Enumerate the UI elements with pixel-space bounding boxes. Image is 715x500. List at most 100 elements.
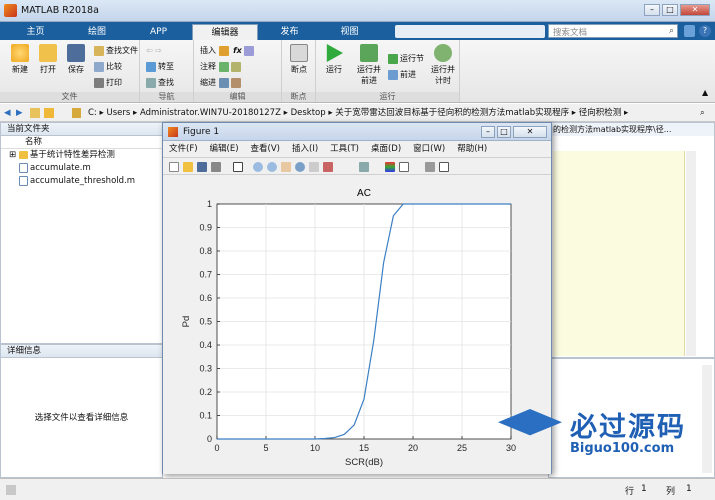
tab-plots[interactable]: 绘图 [67,24,127,40]
run-time-icon [434,44,452,62]
run-button[interactable]: 运行 [320,44,348,75]
forward-arrow-icon[interactable]: ▶ [16,104,23,122]
run-time-button[interactable]: 运行并 计时 [428,44,458,86]
edit-plot-icon[interactable] [233,162,243,172]
figure-menubar: 文件(F) 编辑(E) 查看(V) 插入(I) 工具(T) 桌面(D) 窗口(W) 帮助(H) [163,141,551,157]
compare-button[interactable]: 比较 [94,60,122,73]
advance-button[interactable]: 前进 [388,68,416,81]
x-tick-label: 5 [263,443,268,453]
list-item[interactable]: accumulate_threshold.m [1,175,162,188]
figure-close-button[interactable]: ✕ [513,126,547,138]
minimize-button[interactable]: – [644,4,660,16]
zoom-in-icon[interactable] [253,162,263,172]
close-button[interactable]: ✕ [680,4,710,16]
indent-button[interactable]: 缩进 [200,76,243,89]
y-tick-label: 0 [207,434,212,444]
print-figure-icon[interactable] [211,162,221,172]
menu-edit[interactable]: 编辑(E) [204,141,245,157]
breadcrumb-item[interactable]: Users [106,108,130,118]
breadcrumb-item[interactable]: Desktop [291,108,326,118]
menu-view[interactable]: 查看(V) [245,141,286,157]
breakpoints-button[interactable]: 断点 [285,44,313,75]
back-arrow-icon[interactable]: ◀ [4,104,11,122]
menu-tools[interactable]: 工具(T) [324,141,365,157]
back-forward-buttons[interactable]: ⇦ ⇨ [146,44,162,57]
figure-axes[interactable]: 0 5 10 15 20 25 3000.10.20.30.40.50.60.70.80.9… [163,176,551,474]
goto-button[interactable]: 转至 [146,60,174,73]
rotate-icon[interactable] [295,162,305,172]
collapse-ribbon-icon[interactable]: ▲ [702,88,708,97]
breadcrumb-item[interactable]: Administrator.WIN7U-20180127Z [140,108,281,118]
link-plot-icon[interactable] [359,162,369,172]
find-button[interactable]: 查找 [146,76,174,89]
menu-file[interactable]: 文件(F) [163,141,204,157]
new-button[interactable]: 新建 [6,44,34,75]
breadcrumb-item[interactable]: C: [88,108,97,118]
run-group: 运行 运行并 前进 运行节 前进 运行并 计时 运行 [316,40,460,102]
search-input[interactable]: 搜索文档 ⌕ [548,24,678,38]
new-figure-icon[interactable] [169,162,179,172]
hide-plot-tools-icon[interactable] [425,162,435,172]
open-file-icon[interactable] [183,162,193,172]
list-item[interactable]: ⊞ 基于统计特性差异检测 [1,149,162,162]
window-title: MATLAB R2018a [21,5,99,16]
current-folder-title: 当前文件夹 [1,123,162,136]
menu-desktop[interactable]: 桌面(D) [365,141,407,157]
file-list-header[interactable]: 名称 [1,136,162,149]
save-button[interactable]: 保存 [62,44,90,75]
breadcrumb-item[interactable]: 关于宽带雷达回波目标基于径向积的检测方法matlab实现程序 [335,108,569,118]
insert-button[interactable]: 插入 fx [200,44,256,57]
menu-help[interactable]: 帮助(H) [451,141,493,157]
tab-publish[interactable]: 发布 [262,24,317,40]
tab-editor[interactable]: 编辑器 [192,24,258,40]
list-item[interactable]: accumulate.m [1,162,162,175]
status-bar: 行 1 列 1 [0,478,715,500]
tab-view[interactable]: 视图 [322,24,377,40]
editor-code-area[interactable] [553,151,685,356]
figure-minimize-button[interactable]: – [481,126,495,138]
run-advance-button[interactable]: 运行并 前进 [352,44,386,86]
browse-folder-icon[interactable] [44,108,54,118]
chart-title: AC [357,188,371,199]
m-file-icon [19,175,28,186]
notification-icon[interactable] [684,25,695,37]
print-icon [94,77,104,88]
details-message: 选择文件以查看详细信息 [34,413,129,423]
up-folder-icon[interactable] [30,108,40,118]
run-icon [326,44,343,62]
menu-window[interactable]: 窗口(W) [407,141,451,157]
current-folder-pane: 当前文件夹 名称 ⊞ 基于统计特性差异检测 accumulate.m accum… [0,122,163,344]
colorbar-icon[interactable] [385,162,395,172]
x-tick-label: 25 [457,443,467,453]
editor-scrollbar[interactable] [686,151,696,356]
path-search-icon[interactable]: ⌕ [700,104,705,122]
figure-maximize-button[interactable]: □ [497,126,511,138]
legend-icon[interactable] [399,162,409,172]
brush-icon[interactable] [323,162,333,172]
quick-access-toolbar[interactable] [395,25,545,38]
open-button[interactable]: 打开 [34,44,62,75]
address-bar: ◀ ▶ C: ▸ Users ▸ Administrator.WIN7U-201… [0,104,715,122]
maximize-button[interactable]: □ [662,4,678,16]
matlab-logo-icon [4,4,17,17]
save-figure-icon[interactable] [197,162,207,172]
figure-window: Figure 1 – □ ✕ 文件(F) 编辑(E) 查看(V) 插入(I) 工具(T)… [162,122,552,474]
run-section-icon [388,53,398,64]
tab-home[interactable]: 主页 [8,24,63,40]
menu-insert[interactable]: 插入(I) [286,141,324,157]
breadcrumb: C: ▸ Users ▸ Administrator.WIN7U-2018012… [88,108,629,118]
breadcrumb-item[interactable]: 径向积检测 [579,108,622,118]
comment-button[interactable]: 注释 [200,60,243,73]
function-icon: fx [233,46,242,55]
zoom-out-icon[interactable] [267,162,277,172]
data-cursor-icon[interactable] [309,162,319,172]
expand-icon[interactable]: ⊞ [9,150,16,160]
help-icon[interactable]: ? [699,25,711,37]
run-section-button[interactable]: 运行节 [388,52,424,65]
tab-apps[interactable]: APP [131,24,186,40]
ribbon-tabs: 主页 绘图 APP 编辑器 发布 视图 搜索文档 ⌕ ? [0,22,715,40]
show-plot-tools-icon[interactable] [439,162,449,172]
pan-icon[interactable] [281,162,291,172]
find-files-button[interactable]: 查找文件 [94,44,138,57]
print-button[interactable]: 打印 [94,76,122,89]
